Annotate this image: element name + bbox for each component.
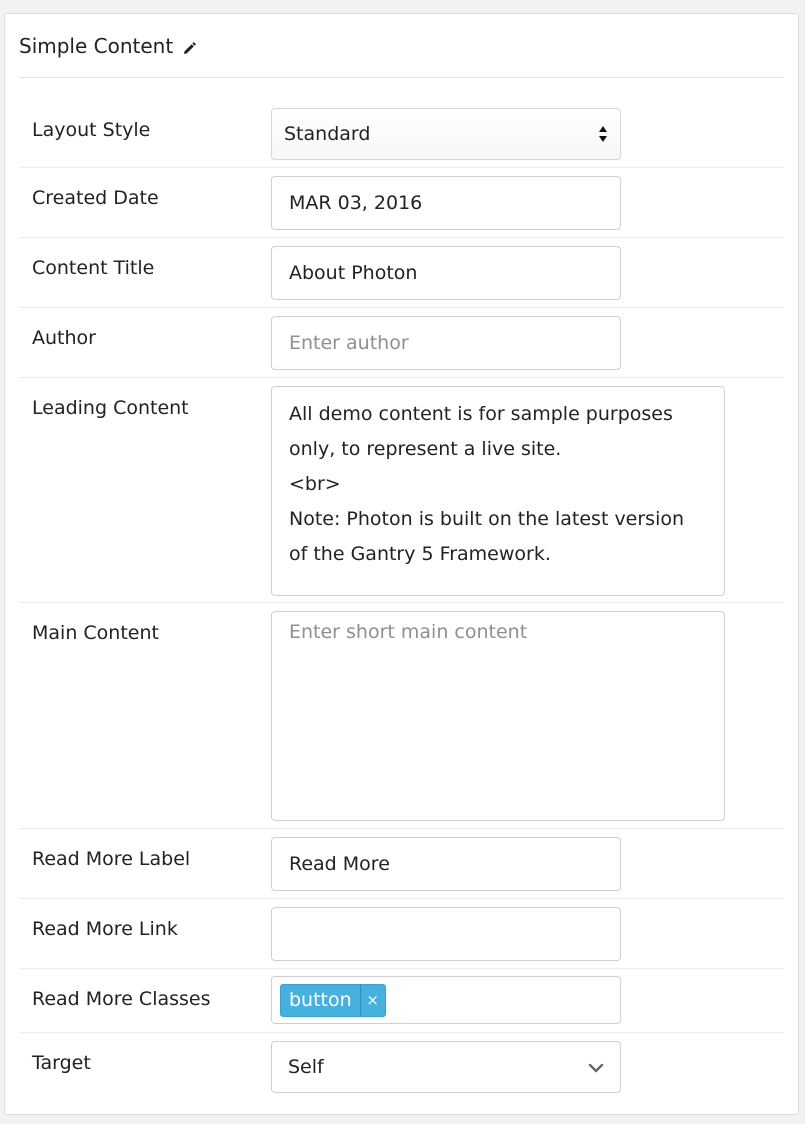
- target-select[interactable]: Self: [271, 1041, 621, 1093]
- created-date-input[interactable]: MAR 03, 2016: [271, 176, 621, 230]
- main-content-textarea[interactable]: Enter short main content: [271, 611, 725, 821]
- layout-style-select[interactable]: Standard: [271, 108, 621, 160]
- row-target: Target Self: [19, 1033, 784, 1103]
- layout-style-value: Standard: [284, 123, 371, 145]
- panel-title: Simple Content: [19, 34, 174, 58]
- row-read-more-classes: Read More Classes button ×: [19, 969, 784, 1033]
- resize-grip-icon[interactable]: [712, 808, 722, 818]
- resize-grip-icon[interactable]: [712, 583, 722, 593]
- textarea-line: of the Gantry 5 Framework.: [289, 543, 551, 565]
- chevron-down-icon: [588, 1056, 604, 1078]
- textarea-line: All demo content is for sample purposes: [289, 403, 673, 425]
- read-more-link-label: Read More Link: [32, 918, 178, 940]
- row-main-content: Main Content Enter short main content: [19, 603, 784, 829]
- read-more-label-value: Read More: [289, 853, 390, 875]
- row-read-more-link: Read More Link: [19, 899, 784, 969]
- author-input[interactable]: Enter author: [271, 316, 621, 370]
- layout-style-label: Layout Style: [32, 119, 151, 141]
- read-more-classes-label: Read More Classes: [32, 988, 211, 1010]
- leading-content-label: Leading Content: [32, 397, 189, 419]
- read-more-link-input[interactable]: [271, 907, 621, 961]
- sort-updown-icon: [598, 124, 608, 144]
- textarea-line: only, to represent a live site.: [289, 438, 562, 460]
- target-label: Target: [32, 1052, 91, 1074]
- header-divider: [19, 77, 784, 78]
- content-title-label: Content Title: [32, 257, 155, 279]
- read-more-label-label: Read More Label: [32, 848, 191, 870]
- tag-remove-icon[interactable]: ×: [359, 984, 385, 1016]
- row-author: Author Enter author: [19, 308, 784, 378]
- row-content-title: Content Title About Photon: [19, 238, 784, 308]
- author-placeholder: Enter author: [289, 332, 409, 354]
- created-date-value: MAR 03, 2016: [289, 192, 423, 214]
- row-layout-style: Layout Style Standard: [19, 98, 784, 168]
- row-read-more-label: Read More Label Read More: [19, 829, 784, 899]
- tag-label: button: [289, 989, 352, 1011]
- textarea-line: Note: Photon is built on the latest vers…: [289, 508, 685, 530]
- row-created-date: Created Date MAR 03, 2016: [19, 168, 784, 238]
- created-date-label: Created Date: [32, 187, 159, 209]
- panel-header: Simple Content: [19, 32, 197, 60]
- content-title-input[interactable]: About Photon: [271, 246, 621, 300]
- textarea-line: <br>: [289, 473, 341, 495]
- tag-button: button ×: [280, 983, 386, 1017]
- main-content-placeholder: Enter short main content: [289, 621, 528, 643]
- leading-content-textarea[interactable]: All demo content is for sample purposes …: [271, 386, 725, 596]
- pencil-icon[interactable]: [181, 38, 197, 54]
- content-title-value: About Photon: [289, 262, 418, 284]
- target-value: Self: [288, 1056, 324, 1078]
- read-more-label-input[interactable]: Read More: [271, 837, 621, 891]
- main-content-label: Main Content: [32, 622, 159, 644]
- author-label: Author: [32, 327, 96, 349]
- read-more-classes-tag-input[interactable]: button ×: [271, 976, 621, 1024]
- simple-content-panel: Simple Content Layout Style Standard Cre…: [4, 13, 799, 1115]
- row-leading-content: Leading Content All demo content is for …: [19, 378, 784, 603]
